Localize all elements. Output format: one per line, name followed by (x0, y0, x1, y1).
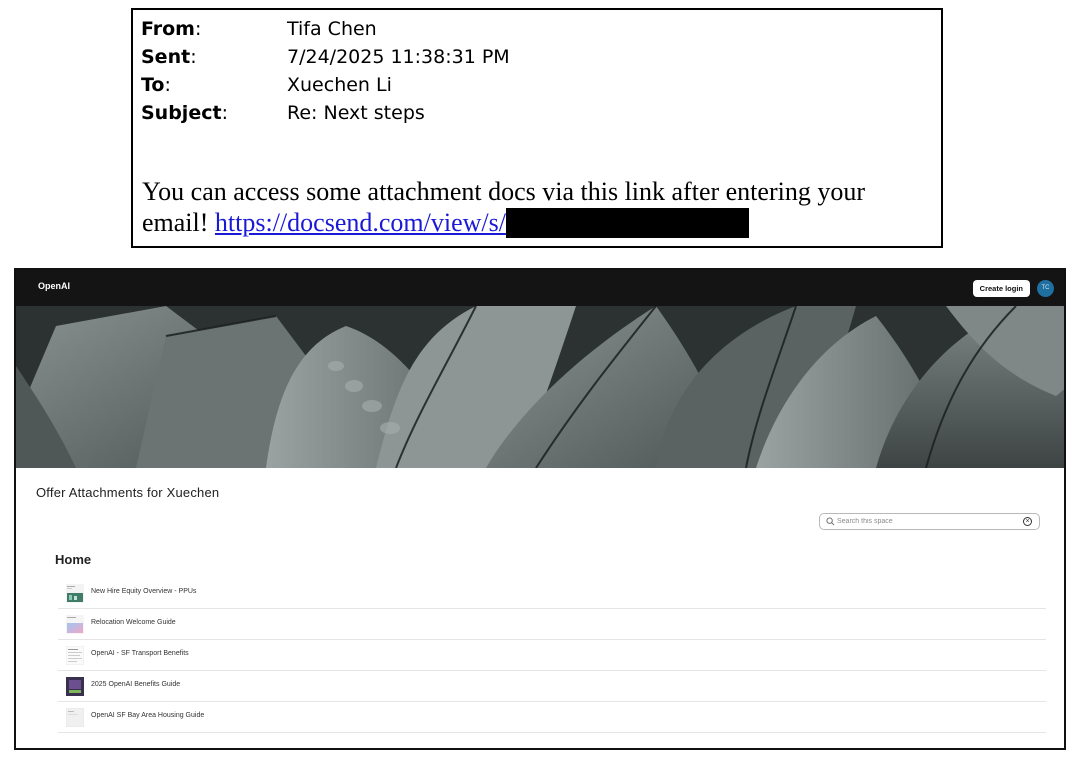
to-value: Xuechen Li (287, 74, 392, 96)
openai-logo-text[interactable]: OpenAI (38, 281, 70, 291)
email-message: From: Tifa Chen Sent: 7/24/2025 11:38:31… (131, 8, 943, 248)
search-input[interactable] (837, 515, 1017, 528)
section-heading-home: Home (55, 552, 92, 567)
document-row[interactable]: 2025 OpenAI Benefits Guide (58, 671, 1046, 702)
from-label: From (141, 18, 195, 40)
create-login-button[interactable]: Create login (972, 280, 1030, 297)
to-label: To (141, 74, 165, 96)
sent-label: Sent (141, 46, 191, 68)
email-body: You can access some attachment docs via … (142, 176, 937, 238)
redaction-bar (505, 208, 749, 238)
agave-banner-image (16, 306, 1064, 468)
email-from-row: From: Tifa Chen (141, 18, 377, 40)
document-row[interactable]: Relocation Welcome Guide (58, 609, 1046, 640)
clear-search-icon[interactable]: × (1023, 517, 1032, 526)
space-title: Offer Attachments for Xuechen (36, 485, 220, 500)
document-title[interactable]: OpenAI SF Bay Area Housing Guide (91, 712, 204, 719)
search-icon (826, 517, 835, 526)
document-row[interactable]: New Hire Equity Overview - PPUs (58, 578, 1046, 609)
document-row[interactable]: OpenAI - SF Transport Benefits (58, 640, 1046, 671)
sent-value: 7/24/2025 11:38:31 PM (287, 46, 510, 68)
document-list: New Hire Equity Overview - PPUs Relocati… (58, 578, 1046, 733)
email-subject-row: Subject: Re: Next steps (141, 102, 425, 124)
purple-cover-thumbnail-icon (66, 677, 84, 696)
document-row[interactable]: OpenAI SF Bay Area Housing Guide (58, 702, 1046, 733)
subject-value: Re: Next steps (287, 102, 425, 124)
avatar[interactable]: TC (1037, 280, 1054, 297)
agave-leaves-illustration (16, 306, 1064, 468)
gradient-thumbnail-icon (66, 615, 84, 634)
from-value: Tifa Chen (287, 18, 377, 40)
docsend-space-screenshot: OpenAI Create login TC Offer Attachments… (14, 268, 1066, 750)
subject-label: Subject (141, 102, 222, 124)
document-title[interactable]: OpenAI - SF Transport Benefits (91, 650, 189, 657)
document-title[interactable]: New Hire Equity Overview - PPUs (91, 588, 196, 595)
text-page-thumbnail-icon (66, 646, 84, 665)
plain-page-thumbnail-icon (66, 708, 84, 727)
top-navigation-bar: OpenAI Create login TC (16, 270, 1064, 306)
green-chart-thumbnail-icon (66, 584, 84, 603)
email-sent-row: Sent: 7/24/2025 11:38:31 PM (141, 46, 510, 68)
email-to-row: To: Xuechen Li (141, 74, 392, 96)
document-title[interactable]: 2025 OpenAI Benefits Guide (91, 681, 180, 688)
document-title[interactable]: Relocation Welcome Guide (91, 619, 176, 626)
docsend-link[interactable]: https://docsend.com/view/s/ (215, 208, 506, 237)
search-box[interactable]: × (819, 513, 1040, 530)
